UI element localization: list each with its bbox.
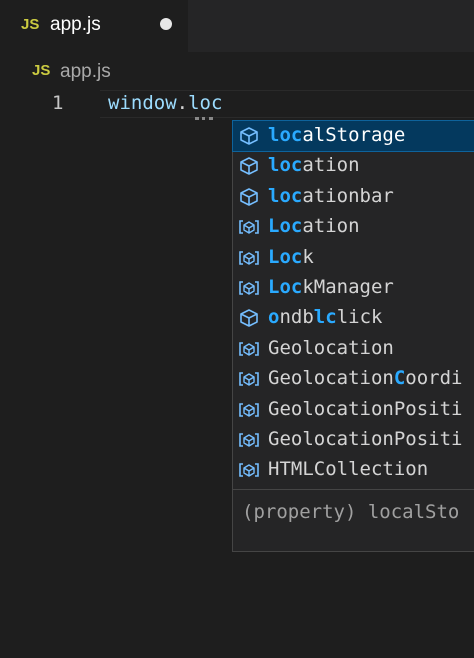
match-highlight: loc <box>268 184 303 207</box>
code-dot: . <box>176 92 189 114</box>
property-icon <box>238 156 260 176</box>
match-highlight: C <box>393 367 406 390</box>
label-segment: oordi <box>405 367 463 390</box>
suggestion-item[interactable]: Location <box>233 212 474 242</box>
suggestion-label: GeolocationPositi <box>268 428 462 450</box>
match-highlight: l <box>313 306 326 329</box>
tab-app-js[interactable]: JS app.js <box>0 0 188 52</box>
js-file-icon: JS <box>21 16 40 33</box>
label-segment: ation <box>302 154 360 177</box>
label-segment: GeolocationPositi <box>268 397 463 420</box>
code-line[interactable]: window.loc <box>108 92 222 114</box>
suggestion-label: localStorage <box>268 124 405 146</box>
label-segment: lick <box>336 306 383 329</box>
suggestion-item[interactable]: GeolocationCoordi <box>233 364 474 394</box>
label-segment: Geolocation <box>268 336 394 359</box>
suggestion-item[interactable]: Lock <box>233 243 474 273</box>
label-segment: alStorage <box>302 124 406 146</box>
breadcrumb: JS app.js <box>0 52 474 90</box>
variable-icon <box>238 217 260 237</box>
variable-icon <box>238 248 260 268</box>
property-icon <box>238 126 260 146</box>
tab-title: app.js <box>50 14 101 35</box>
match-highlight: Loc <box>268 275 303 298</box>
details-divider <box>233 489 474 490</box>
label-segment: k <box>302 245 314 268</box>
suggestion-label: HTMLCollection <box>268 458 428 480</box>
code-identifier: window <box>108 92 177 114</box>
match-highlight: Loc <box>268 245 303 268</box>
label-segment: kManager <box>302 275 394 298</box>
variable-icon <box>238 430 260 450</box>
match-highlight: loc <box>268 154 303 177</box>
suggestion-item[interactable]: locationbar <box>233 182 474 212</box>
breadcrumb-file[interactable]: app.js <box>60 61 111 83</box>
suggestion-label: ondblclick <box>268 306 382 328</box>
property-icon <box>238 187 260 207</box>
suggestion-label: Location <box>268 215 360 237</box>
match-highlight: c <box>325 306 337 329</box>
code-member: loc <box>188 92 223 114</box>
label-segment: HTMLCollection <box>268 458 429 481</box>
suggestion-item[interactable]: LockManager <box>233 273 474 303</box>
suggestion-label: location <box>268 154 360 176</box>
suggestion-item[interactable]: HTMLCollection <box>233 455 474 485</box>
match-highlight: Loc <box>268 215 303 238</box>
suggestion-item[interactable]: GeolocationPositi <box>233 425 474 455</box>
label-segment: ationbar <box>302 184 394 207</box>
unsaved-dot-icon[interactable] <box>160 18 172 30</box>
label-segment: Geolocation <box>268 367 394 390</box>
match-highlight: loc <box>268 124 303 146</box>
tab-bar: JS app.js <box>0 0 474 52</box>
js-file-icon: JS <box>32 62 51 79</box>
suggestion-item[interactable]: Geolocation <box>233 334 474 364</box>
suggestion-list: localStorage location locationbar Location L… <box>232 119 474 486</box>
suggestion-label: locationbar <box>268 185 394 207</box>
variable-icon <box>238 369 260 389</box>
suggestion-label: GeolocationPositi <box>268 398 462 420</box>
suggestion-label: GeolocationCoordi <box>268 367 463 389</box>
label-segment: ndb <box>279 306 314 329</box>
suggestion-item[interactable]: location <box>233 151 474 181</box>
suggestion-label: Lock <box>268 246 314 268</box>
line-number: 1 <box>52 92 64 114</box>
suggestion-details: (property) localSto <box>242 501 460 523</box>
match-highlight: o <box>268 306 280 329</box>
label-segment: ation <box>302 215 360 238</box>
variable-icon <box>238 339 260 359</box>
suggestion-item[interactable]: localStorage <box>232 119 474 153</box>
suggestion-label: Geolocation <box>268 337 394 359</box>
variable-icon <box>238 278 260 298</box>
suggestion-item[interactable]: ondblclick <box>233 303 474 333</box>
suggestion-item[interactable]: GeolocationPositi <box>233 395 474 425</box>
variable-icon <box>238 460 260 480</box>
suggestion-label: LockManager <box>268 276 394 298</box>
label-segment: GeolocationPositi <box>268 427 463 450</box>
variable-icon <box>238 400 260 420</box>
suggestion-hint-squiggle <box>195 115 213 120</box>
property-icon <box>238 308 260 328</box>
suggest-widget: localStorage location locationbar Location L… <box>232 119 474 552</box>
